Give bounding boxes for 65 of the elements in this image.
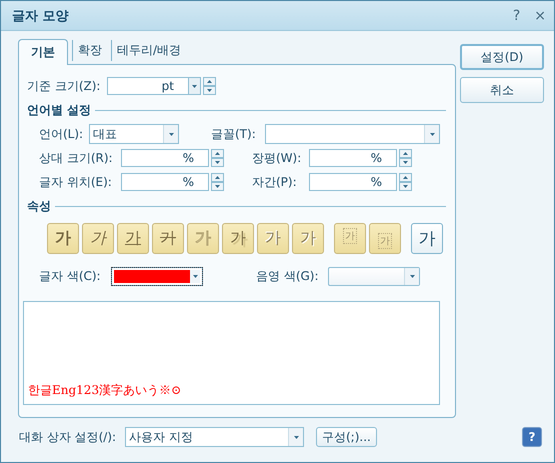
field-label: 음영 색(G): (256, 268, 320, 284)
dropdown-arrow-icon (410, 274, 414, 278)
down-arrow-icon (215, 185, 220, 188)
field-label: 기준 크기(Z): (27, 78, 102, 94)
field-label: 글자 색(C): (39, 268, 102, 284)
text-style-button[interactable]: 가 (152, 223, 184, 254)
spin-up-button[interactable] (399, 149, 412, 158)
text-style-button[interactable]: 가 (411, 223, 443, 254)
down-arrow-icon (403, 185, 408, 188)
down-arrow-icon (215, 161, 220, 164)
number-field[interactable]: % (121, 173, 209, 191)
dropdown-arrow-icon (192, 84, 197, 88)
section-heading: 속성 (27, 198, 51, 214)
language-dropdown[interactable]: 대표 (89, 124, 179, 144)
window-title: 글자 모양 (12, 8, 70, 24)
tab[interactable]: 기본 (18, 39, 68, 65)
text-style-button[interactable]: 가 (117, 223, 149, 254)
section-heading: 언어별 설정 (27, 102, 92, 118)
dropdown-arrow-icon (294, 436, 298, 438)
dropdown-arrow-icon (192, 274, 198, 278)
ok-button[interactable]: 설정(D) (460, 44, 544, 70)
cancel-button[interactable]: 취소 (460, 77, 544, 103)
number-field[interactable]: % (309, 173, 397, 191)
spin-up-button[interactable] (211, 149, 224, 158)
up-arrow-icon (207, 80, 212, 83)
field-label: 언어(L): (39, 126, 84, 142)
field-label: 대화 상자 설정(/): (19, 428, 118, 446)
number-field[interactable]: % (121, 149, 209, 167)
field-label: 글꼴(T): (211, 126, 257, 142)
help-button[interactable]: ? (522, 427, 542, 447)
field-label: 상대 크기(R): (39, 150, 114, 166)
up-arrow-icon (215, 152, 220, 155)
color-dropdown[interactable] (111, 266, 203, 286)
spin-up-button[interactable] (203, 77, 216, 86)
spin-up-button[interactable] (211, 173, 224, 182)
spin-up-button[interactable] (399, 173, 412, 182)
down-arrow-icon (207, 89, 212, 92)
spin-down-button[interactable] (399, 182, 412, 191)
down-arrow-icon (403, 161, 408, 164)
preset-dropdown[interactable]: 사용자 지정 (125, 427, 304, 447)
field-label: 장평(W): (252, 150, 302, 166)
preview-text: 한글Eng123漢字あいう※⊙ (28, 382, 182, 399)
text-style-button[interactable]: 가 (82, 223, 114, 254)
spin-down-button[interactable] (211, 182, 224, 191)
up-arrow-icon (403, 176, 408, 179)
number-field[interactable]: % (309, 149, 397, 167)
help-button[interactable]: ? (512, 8, 520, 24)
close-button[interactable]: × (534, 8, 546, 24)
up-arrow-icon (215, 176, 220, 179)
up-arrow-icon (403, 152, 408, 155)
dropdown-button[interactable] (189, 77, 201, 95)
dropdown-arrow-icon (430, 132, 434, 136)
spin-down-button[interactable] (203, 86, 216, 95)
number-field[interactable]: pt (107, 77, 189, 95)
tab[interactable]: 확장 (72, 40, 107, 61)
dropdown-arrow-icon (168, 132, 174, 136)
spin-down-button[interactable] (399, 158, 412, 167)
field-label: 글자 위치(E): (39, 174, 113, 190)
color-dropdown[interactable] (328, 266, 420, 286)
configure-button[interactable]: 구성(;)... (316, 427, 377, 447)
tab[interactable]: 테두리/배경 (111, 40, 186, 61)
field-label: 자간(P): (252, 174, 298, 190)
text-style-button[interactable]: 가 (222, 223, 254, 254)
spin-down-button[interactable] (211, 158, 224, 167)
text-style-button[interactable]: 가 (47, 223, 79, 254)
